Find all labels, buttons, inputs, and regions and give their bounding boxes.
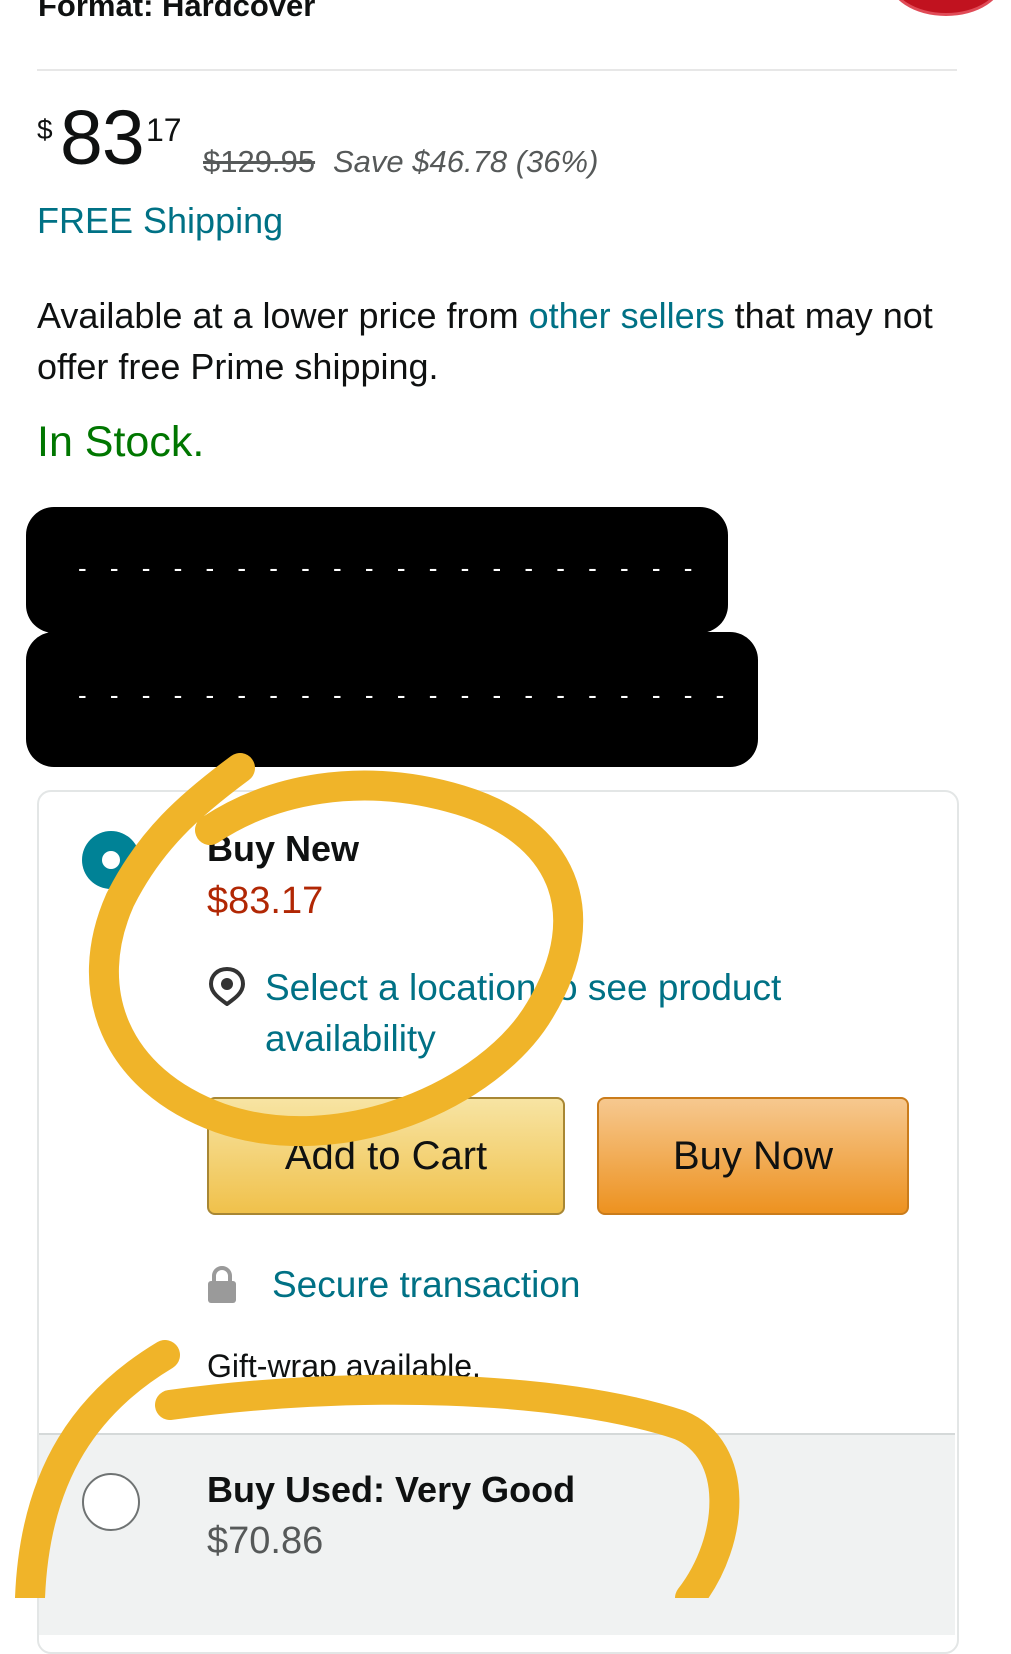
secure-transaction-link[interactable]: Secure transaction	[272, 1264, 581, 1306]
product-thumbnail-edge	[888, 0, 1004, 16]
redacted-line: - - - - - - - - - - - - - - - - - - - - …	[78, 680, 733, 710]
redacted-block: - - - - - - - - - - - - - - - - - - - -	[26, 507, 728, 633]
availability-text: Available at a lower price from other se…	[37, 290, 977, 392]
availability-text-before: Available at a lower price from	[37, 295, 529, 336]
list-price: $129.95	[203, 144, 316, 179]
select-location-link[interactable]: Select a location to see product availab…	[265, 962, 865, 1064]
add-to-cart-button[interactable]: Add to Cart	[207, 1097, 565, 1215]
buy-used-price: $70.86	[207, 1520, 324, 1562]
in-stock-status: In Stock.	[37, 418, 205, 466]
other-sellers-link[interactable]: other sellers	[529, 295, 725, 336]
redacted-line: - - - - - - - - - - - - - - - - - - - -	[78, 553, 701, 583]
buy-used-label: Buy Used: Very Good	[207, 1469, 576, 1510]
savings-text: Save $46.78 (36%)	[333, 144, 599, 179]
format-label: Format: Hardcover	[38, 0, 316, 23]
buy-used-option-area[interactable]	[39, 1433, 955, 1635]
free-shipping-link[interactable]: FREE Shipping	[37, 200, 283, 242]
buy-used-radio[interactable]	[82, 1473, 140, 1531]
buy-new-radio[interactable]	[82, 831, 140, 889]
price-currency-symbol: $	[37, 114, 53, 145]
buy-new-price: $83.17	[207, 880, 324, 922]
gift-wrap-text: Gift-wrap available.	[207, 1348, 481, 1378]
divider	[37, 69, 957, 71]
price-whole: 83	[60, 95, 145, 181]
buy-now-button[interactable]: Buy Now	[597, 1097, 909, 1215]
location-pin-icon[interactable]	[207, 966, 247, 1006]
redacted-block: - - - - - - - - - - - - - - - - - - - - …	[26, 632, 758, 767]
price-fraction: 17	[146, 112, 182, 148]
lock-icon	[208, 1266, 236, 1303]
buy-new-label: Buy New	[207, 828, 360, 869]
